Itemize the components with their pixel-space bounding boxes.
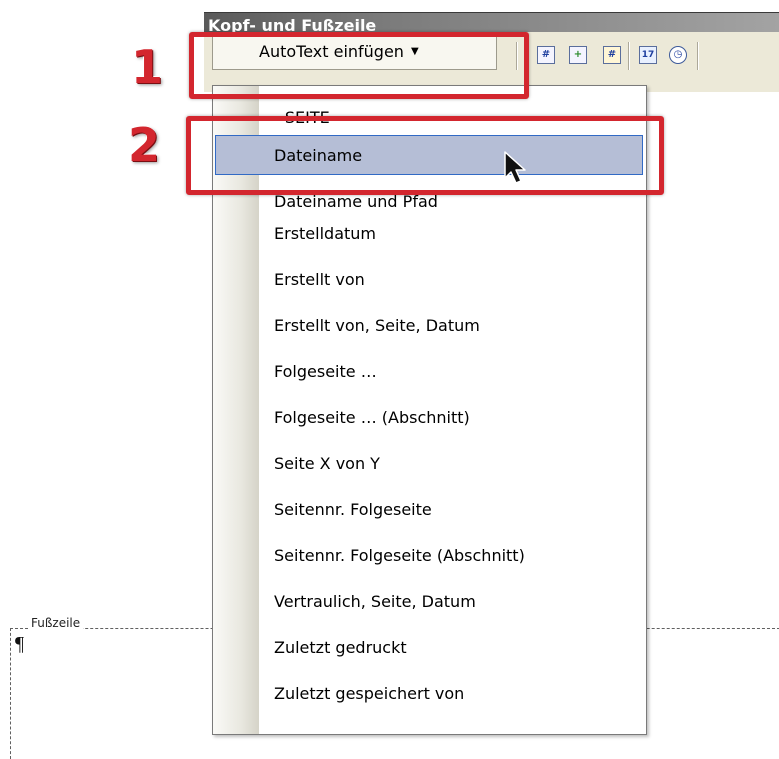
menu-item-erstellt-von[interactable]: Erstellt von (213, 258, 646, 302)
footer-label: Fußzeile (28, 615, 84, 631)
callout-number-2: 2 (128, 118, 161, 172)
screenshot-stage: Fußzeile ¶ Kopf- und Fußzeile AutoText e… (0, 0, 779, 759)
menu-item-label: Zuletzt gedruckt (274, 638, 407, 657)
menu-item-label: Erstellt von, Seite, Datum (274, 316, 480, 335)
callout-box-2 (186, 116, 664, 195)
menu-item-zuletzt-gespeichert-von[interactable]: Zuletzt gespeichert von (213, 672, 646, 716)
menu-item-seitennr-folgeseite[interactable]: Seitennr. Folgeseite (213, 488, 646, 532)
menu-item-erstelldatum[interactable]: Erstelldatum (213, 212, 646, 256)
toolbar-separator (628, 42, 630, 70)
format-page-number-icon[interactable]: # (603, 46, 621, 64)
menu-item-label: Erstellt von (274, 270, 365, 289)
menu-item-seitennr-folgeseite-abschnitt[interactable]: Seitennr. Folgeseite (Abschnitt) (213, 534, 646, 578)
insert-page-number-icon[interactable]: # (537, 46, 555, 64)
menu-item-vertraulich-seite-datum[interactable]: Vertraulich, Seite, Datum (213, 580, 646, 624)
insert-date-icon[interactable]: 17 (639, 46, 657, 64)
menu-item-folgeseite-abschnitt[interactable]: Folgeseite … (Abschnitt) (213, 396, 646, 440)
menu-item-label: Seite X von Y (274, 454, 380, 473)
menu-item-label: Seitennr. Folgeseite (274, 500, 432, 519)
paragraph-mark: ¶ (15, 633, 25, 655)
insert-time-icon[interactable]: ◷ (669, 46, 687, 64)
callout-number-1: 1 (131, 40, 164, 94)
menu-item-folgeseite[interactable]: Folgeseite … (213, 350, 646, 394)
menu-item-seite-x-von-y[interactable]: Seite X von Y (213, 442, 646, 486)
menu-item-label: Erstelldatum (274, 224, 376, 243)
callout-box-1 (189, 32, 529, 99)
menu-item-label: Dateiname und Pfad (274, 192, 438, 211)
menu-item-label: Seitennr. Folgeseite (Abschnitt) (274, 546, 525, 565)
menu-item-label: Zuletzt gespeichert von (274, 684, 465, 703)
toolbar-title: Kopf- und Fußzeile (208, 16, 377, 32)
insert-page-count-icon[interactable]: + (569, 46, 587, 64)
menu-item-label: Vertraulich, Seite, Datum (274, 592, 476, 611)
menu-item-label: Folgeseite … (274, 362, 377, 381)
menu-item-erstellt-von-seite-datum[interactable]: Erstellt von, Seite, Datum (213, 304, 646, 348)
menu-item-zuletzt-gedruckt[interactable]: Zuletzt gedruckt (213, 626, 646, 670)
toolbar-separator (697, 42, 699, 70)
menu-item-label: Folgeseite … (Abschnitt) (274, 408, 470, 427)
toolbar-titlebar[interactable]: Kopf- und Fußzeile (204, 12, 779, 32)
